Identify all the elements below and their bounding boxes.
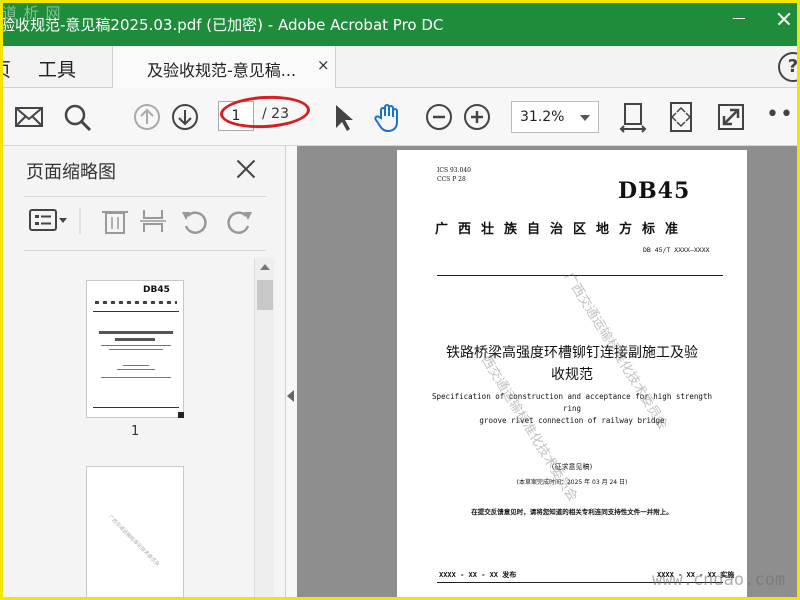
scroll-up-icon[interactable]: [260, 264, 270, 270]
minimize-button[interactable]: [730, 6, 754, 30]
tab-label: 及验收规范-意见稿...: [147, 61, 297, 80]
menu-tools[interactable]: 工具: [38, 55, 76, 82]
thumbnail-text: [109, 349, 163, 350]
db-mark: DB45: [618, 178, 691, 204]
mail-icon[interactable]: [12, 100, 46, 134]
issue-date: XXXX - XX - XX 发布: [439, 571, 517, 579]
thumbnail-panel: 页面缩略图 DB45 1 广西交通运输标准化技术委员会: [0, 146, 286, 600]
previous-page-icon[interactable]: [130, 100, 164, 134]
ics-code: ICS 93.040 CCS P 28: [437, 166, 471, 184]
thumbnail-resize-handle[interactable]: [178, 412, 184, 418]
ccs-line: CCS P 28: [437, 176, 466, 183]
page-thumbnail[interactable]: 广西交通运输标准化技术委员会: [86, 466, 184, 600]
zoom-out-icon[interactable]: [422, 100, 456, 134]
thumbnail-text: [117, 369, 155, 370]
panel-divider: [24, 196, 266, 197]
zoom-in-icon[interactable]: [460, 100, 494, 134]
fit-width-icon[interactable]: [616, 100, 650, 134]
chevron-down-icon: [580, 115, 590, 121]
options-menu-icon[interactable]: [29, 209, 67, 231]
scrollbar-thumb[interactable]: [257, 280, 273, 310]
toolbar: 1 / 23 31.2% •••: [0, 88, 800, 146]
thumbnail-text: [99, 331, 173, 334]
menu-home[interactable]: 页: [0, 55, 11, 82]
panel-divider: [24, 250, 266, 251]
panel-close-icon[interactable]: [234, 158, 256, 180]
english-title-line: Specification of construction and accept…: [432, 392, 712, 413]
standard-code: DB 45/T XXXX—XXXX: [643, 246, 710, 254]
page-number-input[interactable]: 1: [218, 101, 254, 131]
thumbnail-db-mark: DB45: [143, 285, 170, 295]
page-total: / 23: [262, 106, 289, 122]
zoom-level-value: 31.2%: [520, 109, 565, 125]
thumbnail-scrollbar[interactable]: [254, 258, 274, 600]
extract-page-icon[interactable]: [140, 210, 166, 232]
thumbnail-text: [95, 301, 177, 304]
collapse-panel-icon[interactable]: [286, 390, 296, 402]
tab-row: 页 工具 及验收规范-意见稿... ×: [0, 46, 800, 88]
search-icon[interactable]: [60, 100, 94, 134]
panel-toolbar: [24, 202, 266, 242]
ics-line: ICS 93.040: [437, 167, 471, 174]
more-options-icon[interactable]: •••: [766, 102, 800, 127]
tab-close-icon[interactable]: ×: [317, 56, 330, 74]
thumbnail-rule: [93, 407, 179, 408]
thumbnail-text: [101, 377, 171, 378]
document-view[interactable]: ICS 93.040 CCS P 28 DB45 广西壮族自治区地方标准 DB …: [297, 146, 800, 600]
full-screen-icon[interactable]: [714, 100, 748, 134]
thumbnail-text: [115, 338, 155, 341]
window-title: 验收规范-意见稿2025.03.pdf (已加密) - Adobe Acroba…: [0, 16, 444, 34]
draft-label: (征求意见稿): [551, 463, 593, 471]
site-watermark: www.cndao.com: [652, 570, 786, 590]
delete-page-icon[interactable]: [102, 211, 128, 234]
pdf-page: ICS 93.040 CCS P 28 DB45 广西壮族自治区地方标准 DB …: [397, 150, 747, 600]
rotate-right-icon[interactable]: [227, 211, 252, 234]
feedback-note: 在提交反馈意见时，请将您知道的相关专利连同支持性文件一并附上。: [471, 508, 673, 516]
panel-title: 页面缩略图: [26, 162, 116, 183]
close-window-button[interactable]: [772, 6, 796, 30]
title-line: 铁路桥梁高强度环槽铆钉连接副施工及验: [446, 345, 698, 361]
document-title: 铁路桥梁高强度环槽铆钉连接副施工及验 收规范: [417, 342, 727, 386]
zoom-level-select[interactable]: 31.2%: [511, 101, 599, 133]
standard-type: 广西壮族自治区地方标准: [435, 222, 689, 237]
thumbnail-text: [101, 345, 171, 346]
title-bar: 道 析 网 验收规范-意见稿2025.03.pdf (已加密) - Adobe …: [0, 0, 800, 46]
next-page-icon[interactable]: [168, 100, 202, 134]
fit-page-icon[interactable]: [664, 100, 698, 134]
thumbnail-page-number: 1: [131, 424, 140, 439]
select-cursor-icon[interactable]: [326, 100, 360, 134]
hand-tool-icon[interactable]: [372, 100, 406, 134]
thumbnail-watermark: 广西交通运输标准化技术委员会: [106, 513, 161, 568]
rotate-left-icon[interactable]: [182, 211, 207, 234]
thumbnail-list: DB45 1 广西交通运输标准化技术委员会: [24, 258, 252, 600]
tab-document[interactable]: 及验收规范-意见稿... ×: [112, 46, 336, 88]
thumbnail-text: [123, 365, 149, 366]
title-line: 收规范: [551, 367, 593, 383]
help-icon[interactable]: ?: [778, 52, 800, 82]
thumbnail-rule: [93, 311, 179, 312]
page-thumbnail[interactable]: DB45: [86, 280, 184, 418]
english-title-line: groove rivet connection of railway bridg…: [479, 416, 665, 425]
